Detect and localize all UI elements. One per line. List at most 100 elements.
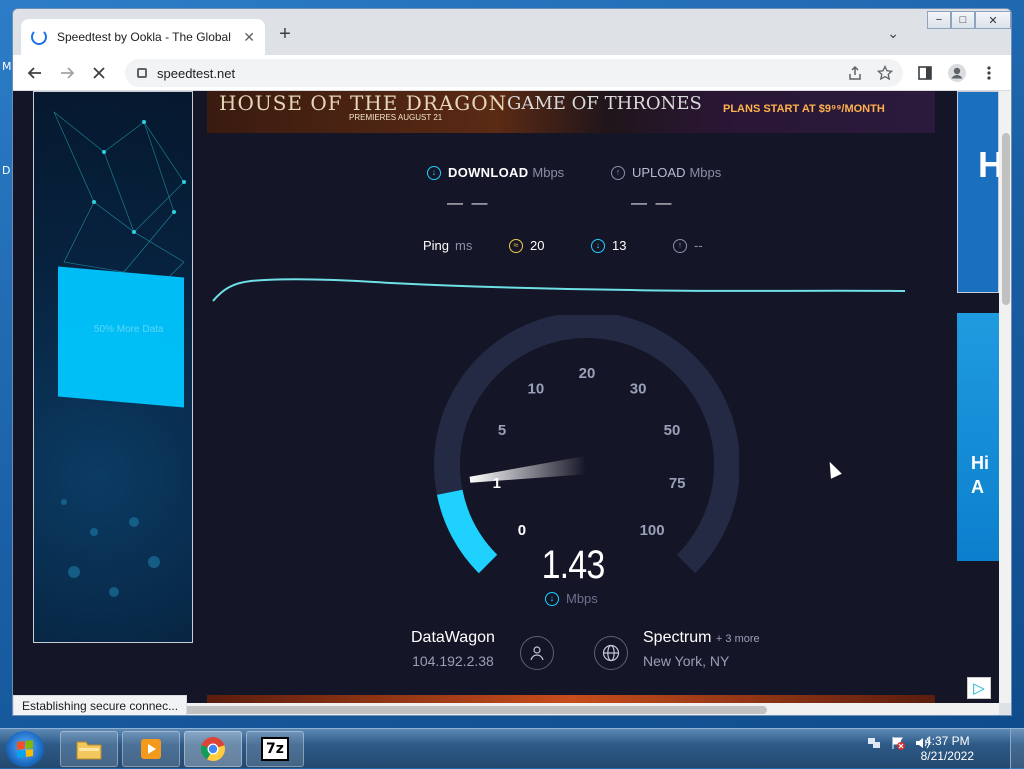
gauge-tick-label: 75 <box>669 475 686 492</box>
windows-logo-icon <box>17 740 33 758</box>
address-bar[interactable]: speedtest.net <box>125 59 903 87</box>
upload-arrow-icon: ↑ <box>611 165 625 180</box>
ad-headline-2: GAME OF THRONES <box>507 93 702 114</box>
gauge-tick-label: 50 <box>664 422 681 439</box>
current-speed-unit: Mbps <box>566 591 598 606</box>
taskbar-media-player[interactable] <box>122 731 180 767</box>
server-more[interactable]: + 3 more <box>716 633 760 645</box>
gauge-needle <box>469 456 587 483</box>
ping-unit: ms <box>455 238 473 253</box>
page-viewport: 50% More Data HOUSE OF THE DRAGON PREMIE… <box>13 91 999 703</box>
browser-toolbar: speedtest.net <box>13 55 1011 91</box>
ad-text: Hi A <box>971 453 989 497</box>
close-icon <box>93 67 105 79</box>
minimize-button[interactable]: − <box>927 11 951 29</box>
scrollbar-thumb[interactable] <box>1002 133 1010 305</box>
back-button[interactable] <box>23 61 47 85</box>
menu-button[interactable] <box>977 61 1001 85</box>
upload-unit: Mbps <box>689 165 722 180</box>
globe-icon <box>602 644 620 662</box>
lock-icon <box>137 68 147 78</box>
chrome-icon <box>201 737 225 761</box>
7zip-icon: 7z <box>261 737 289 761</box>
ping-metric: Ping ms <box>423 238 472 253</box>
scrollbar-thumb[interactable] <box>181 706 767 714</box>
ad-headline-1: HOUSE OF THE DRAGON <box>219 91 508 115</box>
folder-icon <box>76 741 102 760</box>
taskbar-7zip[interactable]: 7z <box>246 731 304 767</box>
new-tab-button[interactable]: + <box>273 23 297 46</box>
change-server-button[interactable] <box>594 636 628 670</box>
server-info[interactable]: Spectrum + 3 more New York, NY <box>643 629 760 669</box>
adchoices-icon[interactable]: ▷ <box>967 677 991 699</box>
browser-window: Speedtest by Ookla - The Global ✕ + ⌄ − … <box>12 8 1012 716</box>
kebab-menu-icon <box>987 66 991 80</box>
upload-metric: ↑ UPLOAD Mbps <box>611 165 721 180</box>
taskbar-chrome[interactable] <box>184 731 242 767</box>
idle-ping-icon: ≈ <box>509 238 523 253</box>
right-ad-bottom[interactable]: Hi A <box>957 313 999 561</box>
gauge-track <box>434 315 739 574</box>
gauge-tick-label: 10 <box>528 381 545 398</box>
ad-text: 50% More Data <box>94 324 164 335</box>
speed-graph <box>212 278 906 302</box>
clock-time: 4:37 PM <box>924 734 970 748</box>
gauge-tick-label: 30 <box>630 381 647 398</box>
action-center-flag-icon[interactable] <box>890 735 906 754</box>
download-unit: Mbps <box>532 165 565 180</box>
ad-text: H <box>978 144 999 186</box>
start-button[interactable] <box>6 731 44 767</box>
taskbar: 7z 4:37 PM 8/21/2022 <box>0 728 1024 769</box>
mouse-cursor <box>824 459 842 479</box>
right-ad-top[interactable]: H <box>957 91 999 293</box>
gauge-tick-label: 0 <box>518 522 526 539</box>
star-icon <box>877 65 893 81</box>
upload-label: UPLOAD <box>632 165 686 180</box>
clock-date: 8/21/2022 <box>920 749 974 763</box>
isp-name: DataWagon <box>411 629 495 646</box>
gauge-tick-label: 5 <box>498 422 506 439</box>
maximize-button[interactable]: □ <box>951 11 975 29</box>
ad-offer: PLANS START AT $9⁹⁹/MONTH <box>723 103 885 115</box>
system-clock[interactable]: 4:37 PM 8/21/2022 <box>921 734 974 764</box>
current-speed-unit-row: ↓ Mbps <box>545 591 598 606</box>
share-button[interactable] <box>843 61 867 85</box>
gauge-progress <box>436 489 498 574</box>
tab-search-chevron-icon[interactable]: ⌄ <box>887 25 899 42</box>
user-icon <box>530 646 544 661</box>
ad-graphic <box>58 266 184 408</box>
side-panel-button[interactable] <box>913 61 937 85</box>
ping-label: Ping <box>423 238 450 253</box>
tab-close-icon[interactable]: ✕ <box>243 29 255 46</box>
profile-button[interactable] <box>945 61 969 85</box>
left-ad[interactable]: 50% More Data <box>33 91 193 643</box>
ping-idle: ≈ 20 <box>509 238 544 253</box>
avatar-icon <box>948 64 966 82</box>
user-button[interactable] <box>520 636 554 670</box>
desktop-label: M <box>2 60 12 73</box>
share-icon <box>849 65 861 80</box>
bookmark-button[interactable] <box>873 61 897 85</box>
ping-idle-value: 20 <box>530 238 545 253</box>
ping-upload: ↑ -- <box>673 238 703 253</box>
desktop-label: D <box>2 164 11 177</box>
stop-loading-button[interactable] <box>87 61 111 85</box>
bottom-banner-ad[interactable] <box>207 695 935 703</box>
upload-arrow-icon: ↑ <box>673 238 687 253</box>
ad-subtext: PREMIERES AUGUST 21 <box>349 113 443 122</box>
close-window-button[interactable]: ✕ <box>975 11 1011 29</box>
network-icon[interactable] <box>866 735 882 754</box>
ip-address: 104.192.2.38 <box>412 653 494 669</box>
gauge-tick-label: 100 <box>640 522 665 539</box>
download-label: DOWNLOAD <box>448 165 529 180</box>
taskbar-file-explorer[interactable] <box>60 731 118 767</box>
tab-speedtest[interactable]: Speedtest by Ookla - The Global ✕ <box>21 19 265 55</box>
ping-upload-value: -- <box>694 238 703 253</box>
current-speed-value: 1.43 <box>541 543 606 587</box>
forward-button[interactable] <box>55 61 79 85</box>
top-banner-ad[interactable]: HOUSE OF THE DRAGON PREMIERES AUGUST 21 … <box>207 91 935 133</box>
vertical-scrollbar[interactable] <box>999 91 1011 703</box>
status-bar: Establishing secure connec... <box>13 695 188 715</box>
show-desktop-button[interactable] <box>1010 729 1024 769</box>
forward-arrow-icon <box>61 67 75 79</box>
